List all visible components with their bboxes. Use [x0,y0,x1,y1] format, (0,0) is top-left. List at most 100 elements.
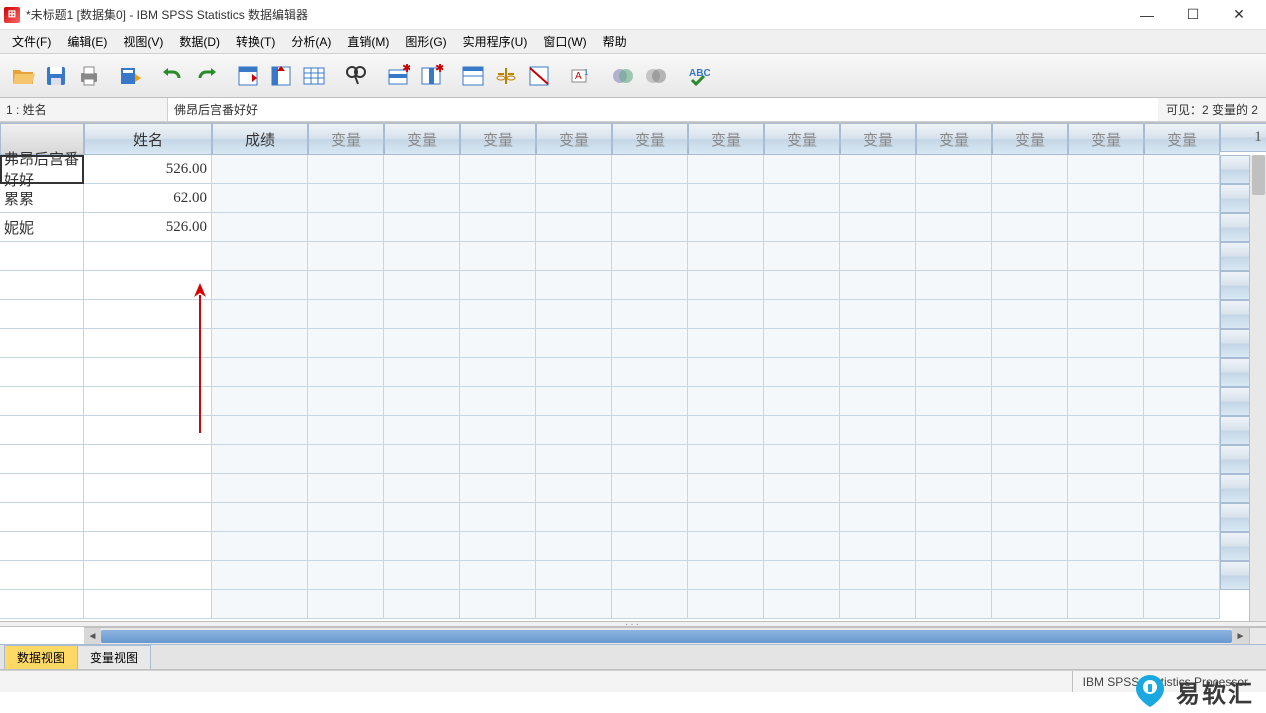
empty-cell[interactable] [612,300,688,329]
empty-cell[interactable] [1068,561,1144,590]
empty-cell[interactable] [1068,213,1144,242]
empty-cell[interactable] [384,503,460,532]
empty-cell[interactable] [1144,387,1220,416]
empty-cell[interactable] [536,155,612,184]
empty-cell[interactable] [840,590,916,619]
use-sets-icon[interactable] [608,61,638,91]
data-cell[interactable] [84,358,212,387]
empty-cell[interactable] [612,561,688,590]
empty-cell[interactable] [212,271,308,300]
empty-cell[interactable] [536,329,612,358]
empty-cell[interactable] [688,213,764,242]
empty-cell[interactable] [840,474,916,503]
data-grid[interactable]: 姓名成绩变量变量变量变量变量变量变量变量变量变量变量变量1弗昂后宫番好好526.… [0,123,1266,619]
empty-cell[interactable] [384,387,460,416]
empty-cell[interactable] [460,561,536,590]
empty-cell[interactable] [764,184,840,213]
empty-cell[interactable] [1068,329,1144,358]
empty-cell[interactable] [536,271,612,300]
empty-cell[interactable] [460,300,536,329]
menu-help[interactable]: 帮助 [595,29,635,54]
data-cell[interactable]: 弗昂后宫番好好 [0,155,84,184]
empty-cell[interactable] [840,561,916,590]
empty-cell[interactable] [916,184,992,213]
empty-cell[interactable] [764,474,840,503]
column-header[interactable]: 变量 [916,123,992,155]
empty-cell[interactable] [384,532,460,561]
empty-cell[interactable] [384,329,460,358]
split-file-icon[interactable] [458,61,488,91]
empty-cell[interactable] [1144,503,1220,532]
empty-cell[interactable] [764,300,840,329]
empty-cell[interactable] [688,532,764,561]
empty-cell[interactable] [1144,184,1220,213]
empty-cell[interactable] [460,503,536,532]
data-cell[interactable]: 526.00 [84,155,212,184]
empty-cell[interactable] [460,213,536,242]
data-cell[interactable] [84,503,212,532]
empty-cell[interactable] [688,474,764,503]
empty-cell[interactable] [308,242,384,271]
empty-cell[interactable] [916,213,992,242]
empty-cell[interactable] [764,416,840,445]
data-cell[interactable] [84,271,212,300]
empty-cell[interactable] [992,329,1068,358]
empty-cell[interactable] [992,474,1068,503]
empty-cell[interactable] [688,590,764,619]
empty-cell[interactable] [1144,532,1220,561]
data-cell[interactable]: 526.00 [84,213,212,242]
data-cell[interactable] [0,590,84,619]
empty-cell[interactable] [916,590,992,619]
scroll-left-icon[interactable]: ◄ [84,628,101,644]
empty-cell[interactable] [688,416,764,445]
data-cell[interactable] [84,329,212,358]
cell-ref-value[interactable]: 佛昂后宫番好好 [168,98,1158,121]
empty-cell[interactable] [308,387,384,416]
empty-cell[interactable] [212,416,308,445]
empty-cell[interactable] [308,503,384,532]
empty-cell[interactable] [764,155,840,184]
empty-cell[interactable] [1144,155,1220,184]
empty-cell[interactable] [212,561,308,590]
empty-cell[interactable] [1068,590,1144,619]
value-labels-icon[interactable]: A1 [566,61,596,91]
save-icon[interactable] [41,61,71,91]
select-cases-icon[interactable] [524,61,554,91]
empty-cell[interactable] [384,474,460,503]
data-cell[interactable] [0,271,84,300]
empty-cell[interactable] [536,474,612,503]
empty-cell[interactable] [536,503,612,532]
empty-cell[interactable] [1144,271,1220,300]
menu-direct[interactable]: 直销(M) [339,29,397,54]
empty-cell[interactable] [764,329,840,358]
empty-cell[interactable] [764,242,840,271]
empty-cell[interactable] [688,561,764,590]
empty-cell[interactable] [612,474,688,503]
data-cell[interactable] [84,532,212,561]
empty-cell[interactable] [840,242,916,271]
empty-cell[interactable] [688,300,764,329]
data-cell[interactable] [0,329,84,358]
empty-cell[interactable] [384,242,460,271]
empty-cell[interactable] [840,416,916,445]
empty-cell[interactable] [840,445,916,474]
redo-icon[interactable] [191,61,221,91]
empty-cell[interactable] [840,329,916,358]
empty-cell[interactable] [916,300,992,329]
empty-cell[interactable] [384,184,460,213]
column-header[interactable]: 变量 [840,123,916,155]
empty-cell[interactable] [764,503,840,532]
empty-cell[interactable] [688,445,764,474]
empty-cell[interactable] [212,532,308,561]
column-header[interactable]: 变量 [764,123,840,155]
empty-cell[interactable] [1068,387,1144,416]
empty-cell[interactable] [384,271,460,300]
empty-cell[interactable] [688,503,764,532]
empty-cell[interactable] [916,387,992,416]
goto-variable-icon[interactable] [266,61,296,91]
empty-cell[interactable] [536,358,612,387]
empty-cell[interactable] [212,590,308,619]
empty-cell[interactable] [992,300,1068,329]
menu-graphs[interactable]: 图形(G) [397,29,454,54]
empty-cell[interactable] [840,213,916,242]
